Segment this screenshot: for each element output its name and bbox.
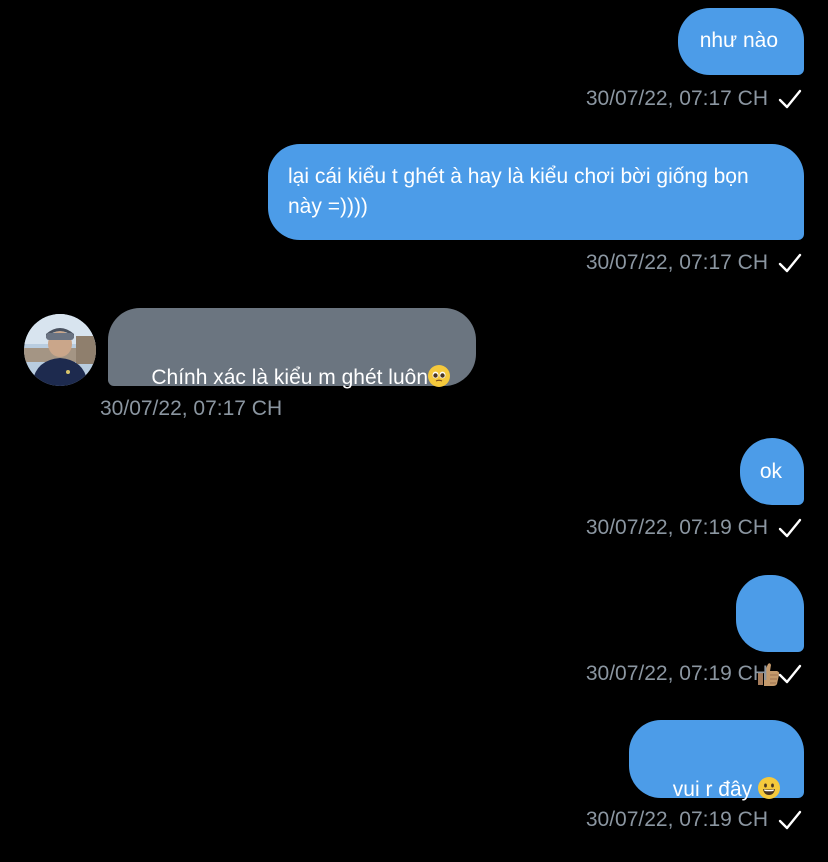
user-avatar[interactable] bbox=[24, 314, 96, 386]
checkmark-icon bbox=[778, 89, 802, 109]
pleading-face-emoji bbox=[428, 365, 451, 387]
message-timestamp: 30/07/22, 07:19 CH bbox=[585, 662, 768, 685]
message-meta: 30/07/22, 07:19 CH bbox=[586, 807, 802, 833]
checkmark-icon bbox=[778, 664, 802, 684]
message-bubble-outgoing[interactable]: như nào bbox=[677, 8, 804, 75]
message-timestamp: 30/07/22, 07:17 CH bbox=[585, 251, 768, 274]
message-meta: 30/07/22, 07:19 CH bbox=[586, 515, 802, 541]
grinning-face-emoji bbox=[758, 777, 780, 799]
message-text: Chính xác là kiểu m ghét luôn bbox=[151, 366, 429, 389]
message-bubble-outgoing[interactable]: vui r đây bbox=[629, 720, 804, 801]
checkmark-icon bbox=[778, 253, 802, 273]
checkmark-icon bbox=[778, 810, 802, 830]
message-bubble-outgoing[interactable]: lại cái kiểu t ghét à hay là kiểu chơi b… bbox=[268, 144, 804, 240]
message-text: vui r đây bbox=[672, 778, 753, 801]
message-meta: 30/07/22, 07:17 CH bbox=[586, 250, 802, 276]
conversation-view: như nào 30/07/22, 07:17 CH lại cái kiểu … bbox=[0, 0, 828, 862]
message-bubble-outgoing[interactable]: ok bbox=[739, 438, 804, 505]
message-timestamp: 30/07/22, 07:17 CH bbox=[100, 397, 283, 420]
message-meta: 30/07/22, 07:17 CH bbox=[100, 396, 282, 422]
message-bubble-outgoing[interactable] bbox=[736, 575, 804, 687]
checkmark-icon bbox=[778, 518, 802, 538]
message-timestamp: 30/07/22, 07:19 CH bbox=[585, 808, 768, 831]
message-meta: 30/07/22, 07:19 CH bbox=[586, 661, 802, 687]
message-timestamp: 30/07/22, 07:19 CH bbox=[585, 516, 768, 539]
message-bubble-incoming[interactable]: Chính xác là kiểu m ghét luôn bbox=[108, 308, 477, 389]
message-meta: 30/07/22, 07:17 CH bbox=[586, 86, 802, 112]
message-timestamp: 30/07/22, 07:17 CH bbox=[585, 87, 768, 110]
